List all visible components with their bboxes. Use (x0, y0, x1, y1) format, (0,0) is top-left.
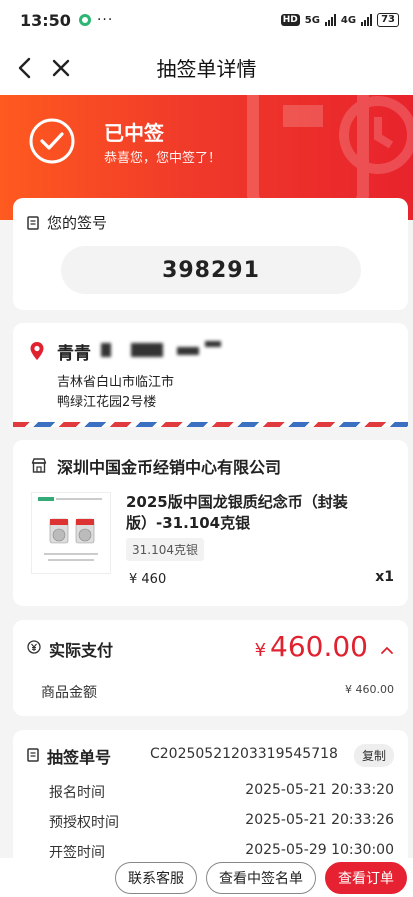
payment-card: 实际支付 ¥460.00 商品金额 ¥ 460.00 (13, 620, 408, 716)
order-row-label: 报名时间 (49, 785, 105, 801)
collapse-toggle[interactable] (380, 640, 394, 659)
yen-circle-icon (27, 640, 41, 654)
address-line-2: 鸭绿江花园2号楼 (57, 395, 157, 410)
result-status: 已中签 (104, 121, 164, 145)
lottery-number-header: 您的签号 (27, 212, 107, 233)
redacted-mark (101, 343, 111, 357)
product-spec: 31.104克银 (126, 538, 204, 561)
app-notification-icon (78, 14, 91, 26)
lottery-number: 398291 (61, 246, 361, 294)
more-notifications: ··· (96, 12, 114, 28)
product-name[interactable]: 2025版中国龙银质纪念币（封装版）-31.104克银 (126, 492, 396, 534)
status-bar: 13:50 ··· HD 5G 4G 73 (0, 0, 413, 40)
signal-icon (324, 14, 336, 26)
signal-icon-2 (361, 14, 373, 26)
network-4g-label: 4G (340, 14, 357, 26)
order-info-card: 抽签单号 C2025052120331954571​8 复制 报名时间 2025… (13, 730, 408, 870)
location-pin-icon (30, 342, 44, 360)
address-card: 青青 吉林省白山市临江市 鸭绿江花园2号楼 (13, 323, 408, 427)
product-price: ¥ 460 (129, 572, 167, 587)
order-row: 预授权时间 2025-05-21 20:33:26 (49, 812, 394, 832)
contact-service-button[interactable]: 联系客服 (115, 861, 197, 894)
coin-package-image (38, 497, 102, 561)
hd-icon: HD (280, 14, 300, 26)
payment-amount: ¥460.00 (255, 630, 368, 663)
redacted-mark (131, 343, 163, 357)
view-order-button[interactable]: 查看订单 (325, 861, 407, 894)
order-row: 报名时间 2025-05-21 20:33:20 (49, 782, 394, 802)
ticket-icon (27, 215, 39, 230)
currency-symbol: ¥ (254, 640, 267, 661)
document-icon (27, 748, 39, 762)
payment-amount-value: 460.00 (270, 630, 368, 663)
goods-amount-label: 商品金额 (41, 685, 97, 701)
product-thumbnail[interactable] (31, 492, 111, 574)
lottery-number-label: 您的签号 (47, 214, 108, 232)
result-subtitle: 恭喜您，您中签了！ (104, 151, 222, 166)
lottery-number-card: 您的签号 398291 (13, 198, 408, 310)
view-winners-button[interactable]: 查看中签名单 (206, 861, 316, 894)
shop-icon (31, 458, 47, 473)
clock: 13:50 (20, 10, 71, 30)
chevron-up-icon (381, 647, 393, 654)
shop-name[interactable]: 深圳中国金币经销中心有限公司 (57, 454, 281, 478)
order-row-label: 预授权时间 (49, 815, 119, 831)
copy-button[interactable]: 复制 (353, 744, 394, 767)
product-quantity: x1 (375, 569, 394, 585)
airmail-border (13, 422, 408, 427)
recipient-name: 青青 (57, 344, 91, 364)
navigation-bar: 抽签单详情 (0, 40, 413, 95)
order-row-value: 2025-05-21 20:33:26 (245, 812, 394, 828)
product-card[interactable]: 深圳中国金币经销中心有限公司 2025版中国龙银质纪念币（封装版）-31.104… (13, 440, 408, 606)
close-icon[interactable] (46, 53, 76, 83)
redacted-mark (205, 341, 221, 347)
status-indicators: HD 5G 4G 73 (280, 13, 399, 27)
bottom-action-bar: 联系客服 查看中签名单 查看订单 (0, 858, 413, 897)
order-number-label: 抽签单号 (47, 748, 112, 767)
success-check-icon (29, 118, 75, 164)
order-row-value: 2025-05-21 20:33:20 (245, 782, 394, 798)
network-5g-label: 5G (304, 14, 320, 26)
payment-label: 实际支付 (49, 641, 114, 660)
redacted-mark (177, 347, 199, 355)
order-number: C2025052120331954571​8 (150, 746, 338, 762)
back-icon[interactable] (10, 53, 40, 83)
battery-indicator: 73 (377, 13, 399, 27)
address-line-1: 吉林省白山市临江市 (57, 375, 175, 390)
goods-amount-value: ¥ 460.00 (345, 683, 394, 696)
